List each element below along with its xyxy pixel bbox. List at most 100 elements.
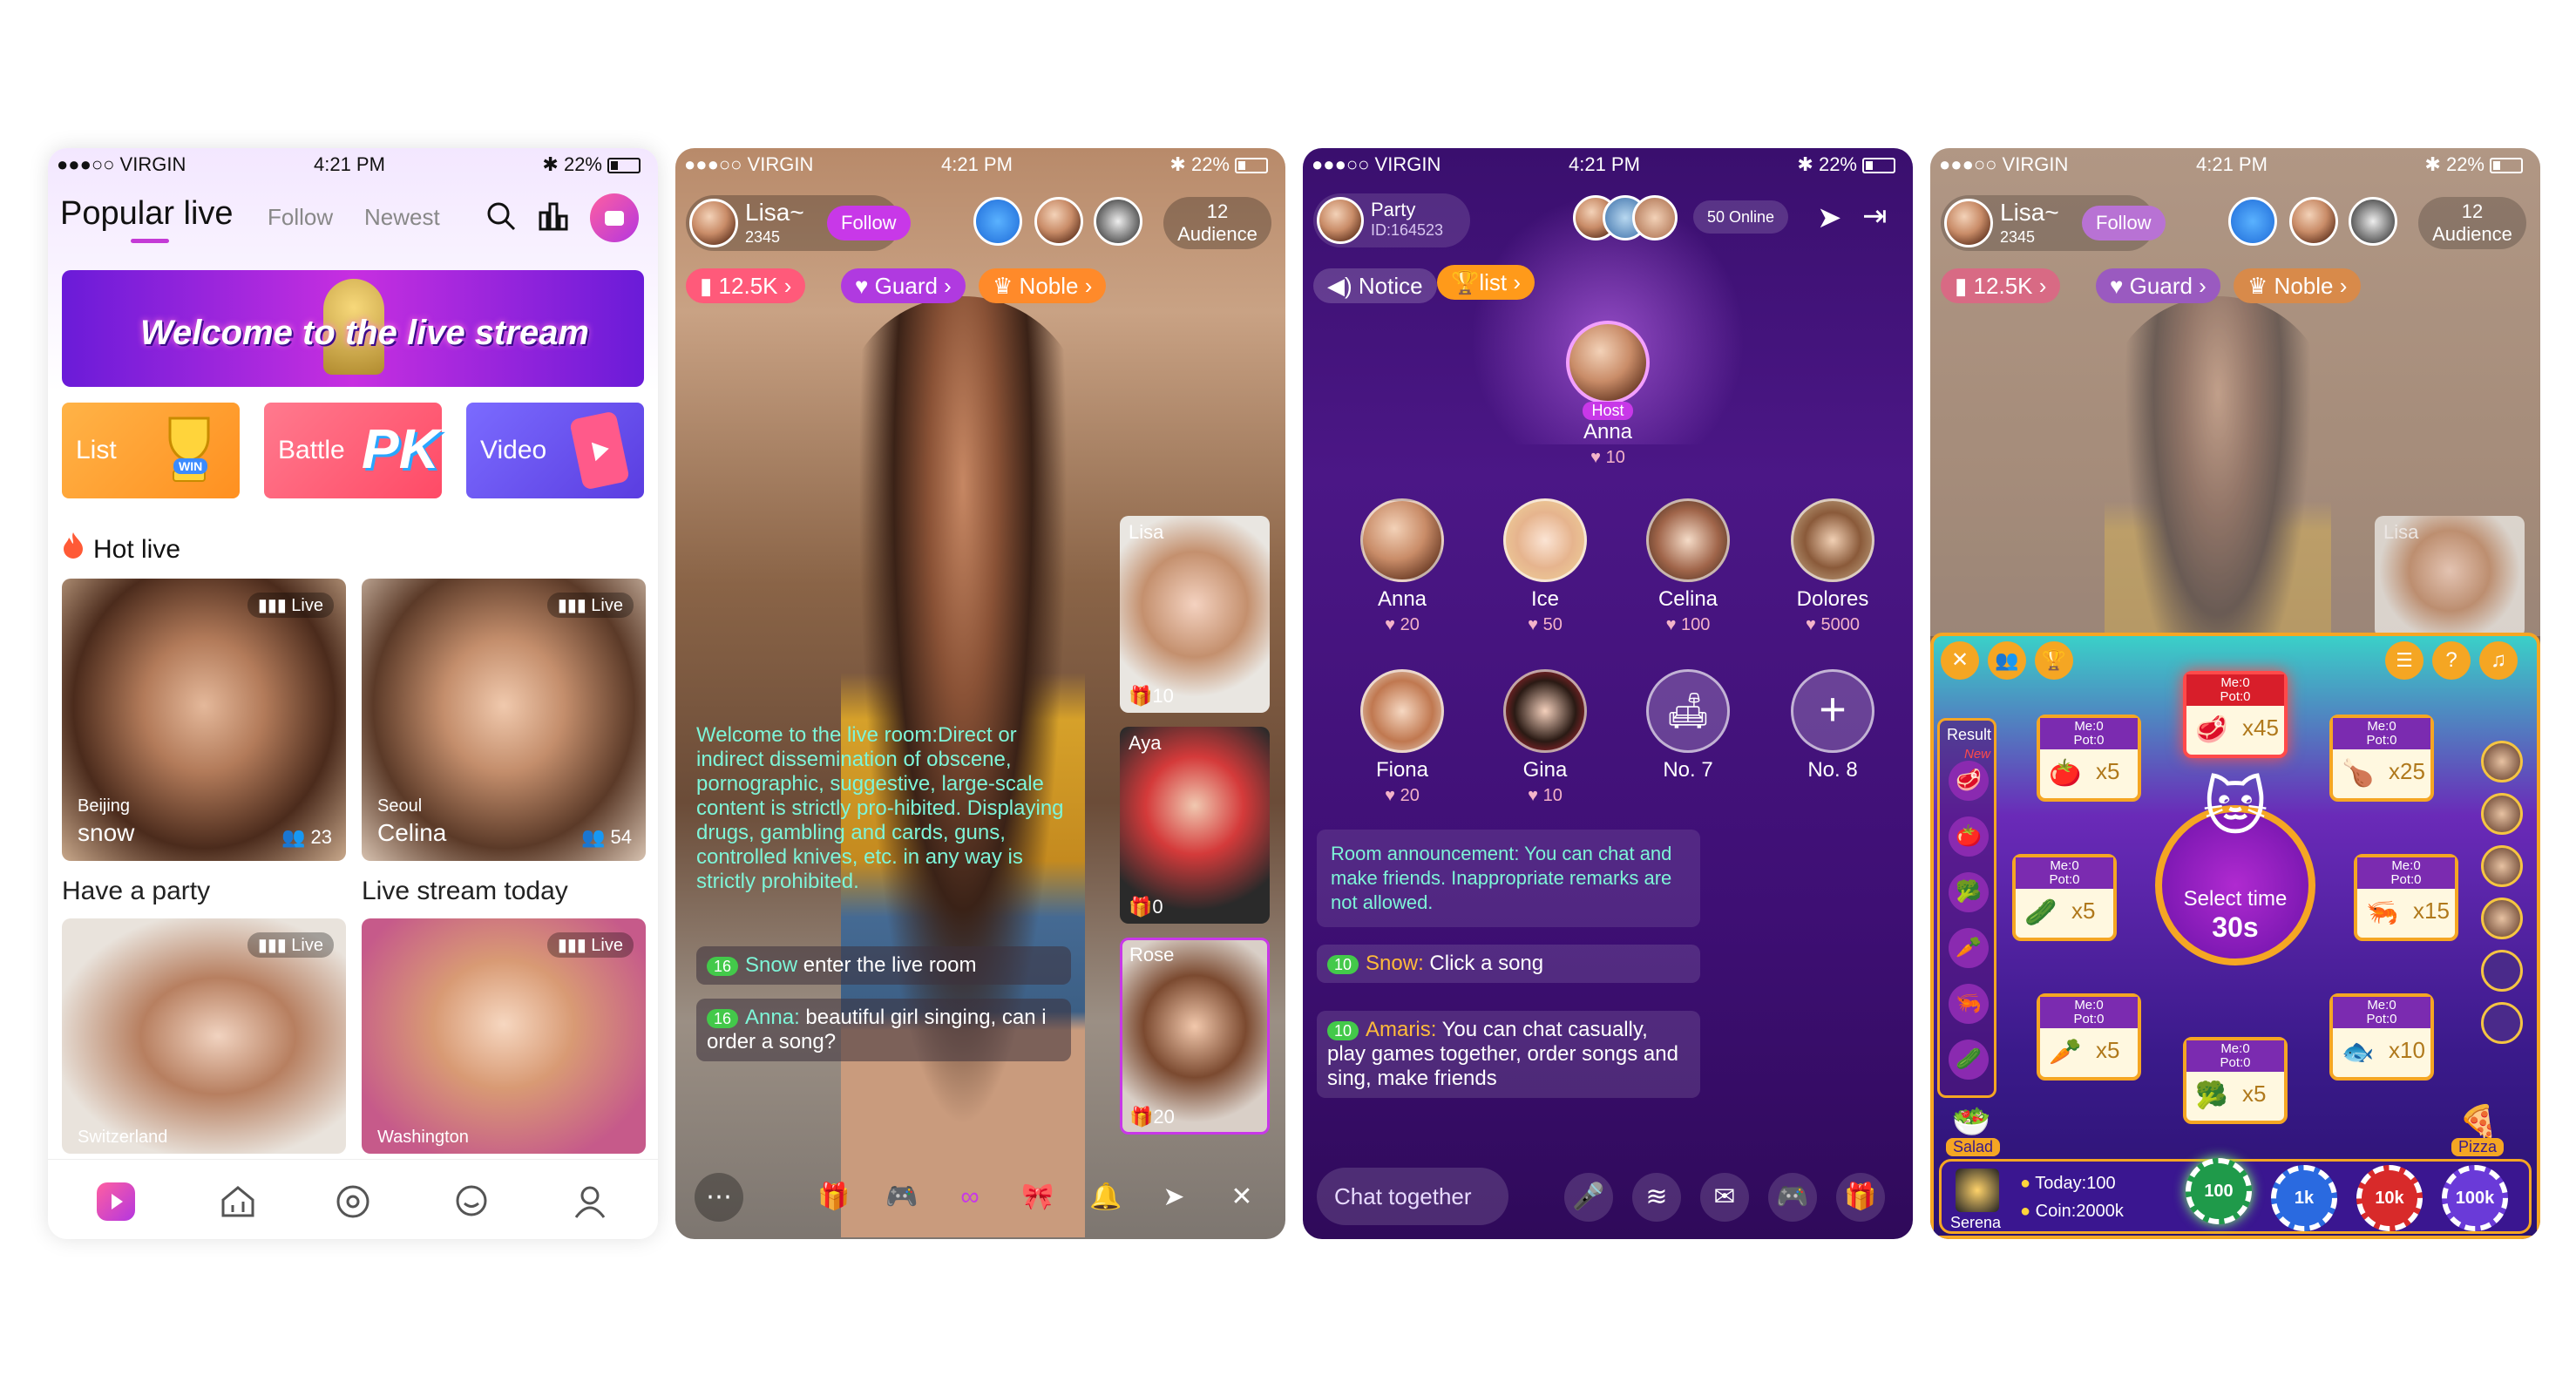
noble-pill[interactable]: ♛ Noble ›	[2234, 268, 2362, 303]
empty-seat[interactable]: 🛋 No. 7	[1636, 669, 1740, 782]
follow-button[interactable]: Follow	[827, 206, 911, 240]
host-seat[interactable]: Host Anna ♥ 10	[1556, 321, 1660, 468]
battery-icon	[1235, 158, 1268, 173]
audience-button[interactable]: 12 Audience	[2418, 197, 2526, 249]
viewer-avatar[interactable]	[2349, 197, 2397, 246]
food-cell[interactable]: Me:0 Pot:0 🥒 x5	[2012, 854, 2117, 941]
chip-10k[interactable]: 10k	[2356, 1165, 2423, 1231]
chip-100k[interactable]: 100k	[2442, 1165, 2508, 1231]
noble-pill[interactable]: ♛ Noble ›	[979, 268, 1107, 303]
tab-follow[interactable]: Follow	[268, 204, 333, 231]
empty-player-slot[interactable]	[2481, 950, 2523, 992]
music-icon[interactable]: ♫	[2479, 641, 2518, 680]
mic-seat[interactable]: Dolores ♥ 5000	[1780, 498, 1885, 635]
record-icon[interactable]: ☰	[2385, 641, 2423, 680]
battle-card[interactable]: Battle PK	[264, 403, 442, 498]
stream-card[interactable]: ▮▮▮ Live Washington	[362, 918, 646, 1154]
trophy-icon[interactable]: 🏆	[2035, 641, 2073, 680]
stream-card[interactable]: ▮▮▮ Live Beijing snow 👥 23	[62, 579, 346, 861]
stream-card[interactable]: ▮▮▮ Live Switzerland	[62, 918, 346, 1154]
side-stream[interactable]: Rose 🎁20	[1120, 938, 1270, 1135]
chat-input[interactable]: Chat together	[1317, 1168, 1508, 1225]
viewer-avatar[interactable]	[2289, 197, 2338, 246]
guard-pill[interactable]: ♥ Guard ›	[841, 268, 966, 303]
link-icon[interactable]: ∞	[946, 1173, 994, 1222]
food-cell[interactable]: Me:0 Pot:0 🍗 x25	[2329, 715, 2434, 802]
gamepad-icon[interactable]: 🎮	[1768, 1173, 1817, 1222]
mic-seat[interactable]: Celina ♥ 100	[1636, 498, 1740, 635]
nav-messages-icon[interactable]	[452, 1182, 491, 1225]
host-tag: Host	[1583, 402, 1633, 420]
side-stream[interactable]: Lisa	[2375, 516, 2525, 638]
food-cell[interactable]: Me:0 Pot:0 🥕 x5	[2037, 993, 2141, 1081]
present-icon[interactable]: 🎀	[1013, 1173, 1062, 1222]
notice-button[interactable]: ◀) Notice	[1313, 268, 1437, 303]
empty-seat[interactable]: + No. 8	[1780, 669, 1885, 782]
gift-box-icon[interactable]: 🎁	[810, 1173, 858, 1222]
food-cell[interactable]: Me:0 Pot:0 🦐 x15	[2354, 854, 2458, 941]
mic-seat[interactable]: Anna ♥ 20	[1350, 498, 1454, 635]
food-cell[interactable]: Me:0 Pot:0 🍅 x5	[2037, 715, 2141, 802]
viewer-avatar[interactable]	[973, 197, 1022, 246]
player-avatar[interactable]	[2481, 898, 2523, 939]
bell-icon[interactable]: 🔔	[1081, 1173, 1130, 1222]
bottom-nav	[48, 1159, 658, 1239]
food-cell[interactable]: Me:0 Pot:0 🥦 x5	[2183, 1037, 2288, 1124]
hearts-pill[interactable]: ▮ 12.5K ›	[1941, 268, 2061, 303]
chat-icon[interactable]: ⋯	[695, 1173, 743, 1222]
viewer-avatar[interactable]	[2228, 197, 2277, 246]
go-live-button[interactable]	[590, 193, 639, 242]
player-avatar[interactable]	[2481, 845, 2523, 887]
player-avatar[interactable]	[2481, 793, 2523, 835]
message-icon[interactable]: ✉	[1700, 1173, 1749, 1222]
hearts-pill[interactable]: ▮ 12.5K ›	[686, 268, 806, 303]
online-count[interactable]: 50 Online	[1693, 200, 1789, 234]
guard-pill[interactable]: ♥ Guard ›	[2096, 268, 2220, 303]
stream-card[interactable]: ▮▮▮ Live Seoul Celina 👥 54	[362, 579, 646, 861]
side-stream[interactable]: Lisa 🎁10	[1120, 516, 1270, 713]
member-avatar[interactable]	[1632, 195, 1678, 240]
banner-text: Welcome to the live stream	[140, 314, 589, 352]
tab-newest[interactable]: Newest	[364, 204, 440, 231]
exit-icon[interactable]: ⇥	[1862, 199, 1888, 234]
share-icon[interactable]: ➤	[1817, 200, 1842, 235]
side-stream[interactable]: Aya 🎁0	[1120, 727, 1270, 924]
countdown: 30s	[2212, 911, 2259, 943]
audience-button[interactable]: 12 Audience	[1163, 197, 1271, 249]
video-card[interactable]: Video	[466, 403, 644, 498]
nav-profile-icon[interactable]	[571, 1182, 609, 1225]
mic-seat[interactable]: Fiona ♥ 20	[1350, 669, 1454, 806]
help-icon[interactable]: ?	[2432, 641, 2471, 680]
nav-live-icon[interactable]	[97, 1182, 135, 1221]
gift-icon[interactable]: 🎁	[1836, 1173, 1885, 1222]
nav-discover-icon[interactable]	[334, 1182, 372, 1225]
players-icon[interactable]: 👥	[1988, 641, 2026, 680]
nav-home-icon[interactable]	[219, 1182, 257, 1225]
host-info[interactable]: Lisa~ 2345 Follow	[686, 195, 911, 251]
chip-100[interactable]: 100	[2186, 1158, 2252, 1224]
player-avatar[interactable]	[2481, 741, 2523, 782]
close-icon[interactable]: ✕	[1941, 641, 1979, 680]
ranking-icon[interactable]	[538, 200, 569, 236]
food-cell[interactable]: Me:0 Pot:0 🥩 x45	[2183, 671, 2288, 758]
search-icon[interactable]	[485, 200, 517, 240]
layers-icon[interactable]: ≋	[1632, 1173, 1681, 1222]
host-info[interactable]: Lisa~ 2345 Follow	[1941, 195, 2166, 251]
close-icon[interactable]: ✕	[1217, 1173, 1266, 1222]
room-info[interactable]: Party ID:164523	[1313, 193, 1470, 247]
empty-player-slot[interactable]	[2481, 1002, 2523, 1044]
viewer-avatar[interactable]	[1034, 197, 1083, 246]
welcome-banner[interactable]: Welcome to the live stream	[62, 270, 644, 387]
list-button[interactable]: 🏆list ›	[1437, 265, 1535, 300]
mic-seat[interactable]: Gina ♥ 10	[1493, 669, 1597, 806]
gamepad-icon[interactable]: 🎮	[878, 1173, 926, 1222]
follow-button[interactable]: Follow	[2082, 206, 2166, 240]
tab-popular-live[interactable]: Popular live	[60, 195, 234, 233]
list-card[interactable]: List WIN	[62, 403, 240, 498]
share-icon[interactable]: ➤	[1149, 1173, 1198, 1222]
chip-1k[interactable]: 1k	[2271, 1165, 2337, 1231]
food-cell[interactable]: Me:0 Pot:0 🐟 x10	[2329, 993, 2434, 1081]
microphone-icon[interactable]: 🎤	[1564, 1173, 1613, 1222]
mic-seat[interactable]: Ice ♥ 50	[1493, 498, 1597, 635]
viewer-avatar[interactable]	[1094, 197, 1142, 246]
